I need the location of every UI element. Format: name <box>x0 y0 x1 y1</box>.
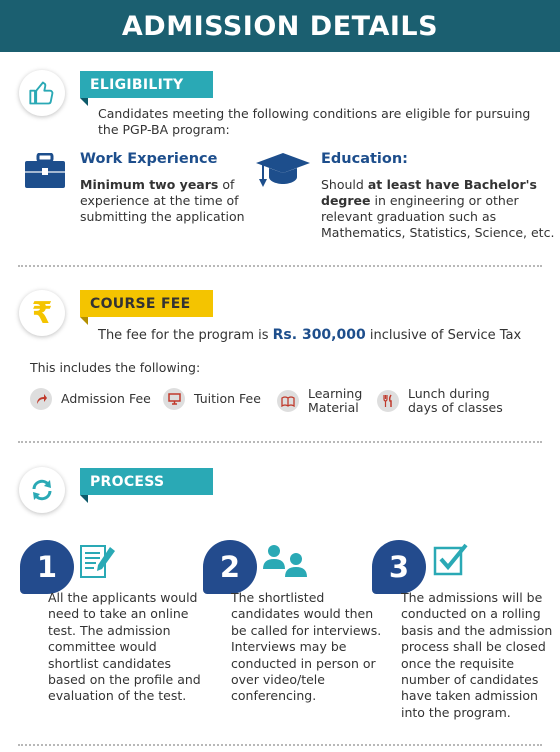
education-text-part: Should <box>321 177 368 192</box>
education-text: Should at least have Bachelor's degree i… <box>321 177 554 241</box>
fee-sentence-text: The fee for the program is <box>98 328 273 343</box>
arrow-icon <box>30 388 52 410</box>
course-fee-title: COURSE FEE <box>90 295 191 312</box>
refresh-icon <box>32 479 52 501</box>
fee-item-label: Learning Material <box>308 387 362 415</box>
step-3-badge: 3 <box>372 540 426 594</box>
work-text: of <box>218 177 235 192</box>
monitor-icon <box>163 388 185 410</box>
step-line: The admissions will be <box>401 590 543 605</box>
fee-item-label: Admission Fee <box>61 392 151 406</box>
book-icon <box>277 390 299 412</box>
step-line: based on the profile and <box>48 672 201 688</box>
step-line: All the applicants would <box>48 590 198 605</box>
step-line: into the program. <box>401 704 511 720</box>
education-text-part: Mathematics, Statistics, Science, etc. <box>321 225 555 240</box>
step-number: 2 <box>219 550 241 584</box>
eligibility-banner: ELIGIBILITY <box>80 71 213 106</box>
fee-item-label: Lunch during days of classes <box>408 387 503 415</box>
briefcase-icon <box>24 152 66 193</box>
step-line: once the requisite <box>401 655 515 671</box>
cutlery-icon <box>377 390 399 412</box>
step-line: conferencing. <box>231 688 317 704</box>
step-number: 1 <box>36 550 58 584</box>
step-line: conducted in person or <box>231 655 376 671</box>
step-line: basis and the admission <box>401 622 553 638</box>
users-icon <box>262 543 310 583</box>
work-bold-text: Minimum two years <box>80 177 219 192</box>
process-banner: PROCESS <box>80 468 213 503</box>
process-title: PROCESS <box>90 473 165 490</box>
graduation-cap-icon <box>254 151 312 193</box>
step-line: need to take an online <box>48 606 189 622</box>
step-line: have taken admission <box>401 688 538 704</box>
step-line: committee would <box>48 639 157 655</box>
fee-item-line: Material <box>308 400 359 415</box>
course-fee-icon-circle: ₹ <box>19 290 65 336</box>
eligibility-intro-line: Candidates meeting the following conditi… <box>98 106 531 121</box>
section-divider <box>18 744 542 746</box>
step-number: 3 <box>388 550 410 584</box>
work-text: experience at the time of <box>80 193 239 208</box>
fee-item-admission: Admission Fee <box>30 388 151 410</box>
work-experience-heading: Work Experience <box>80 151 218 167</box>
page-header: ADMISSION DETAILS <box>0 0 560 52</box>
eligibility-title: ELIGIBILITY <box>90 76 184 93</box>
step-line: candidates would then <box>231 606 374 622</box>
fee-item-line: Admission Fee <box>61 391 151 406</box>
step-line: test. The admission <box>48 622 171 638</box>
step-1-text: All the applicants would need to take an… <box>48 590 201 705</box>
eligibility-intro-line: the PGP-BA program: <box>98 122 230 137</box>
education-heading: Education: <box>321 151 408 167</box>
eligibility-intro: Candidates meeting the following conditi… <box>98 106 530 138</box>
step-line: process shall be closed <box>401 639 546 655</box>
section-divider <box>18 265 542 267</box>
step-line: conducted on a rolling <box>401 606 541 622</box>
step-2-text: The shortlisted candidates would then be… <box>231 590 381 705</box>
work-text: submitting the application <box>80 209 245 224</box>
step-1-badge: 1 <box>20 540 74 594</box>
step-line: number of candidates <box>401 672 539 688</box>
fee-item-lunch: Lunch during days of classes <box>377 387 503 415</box>
process-icon-circle <box>19 467 65 513</box>
fee-item-label: Tuition Fee <box>194 392 261 406</box>
thumbs-up-icon <box>29 81 54 105</box>
fee-item-tuition: Tuition Fee <box>163 388 261 410</box>
education-bold-text: degree <box>321 193 371 208</box>
work-experience-text: Minimum two years of experience at the t… <box>80 177 245 225</box>
course-fee-sentence: The fee for the program is Rs. 300,000 i… <box>98 327 521 344</box>
education-text-part: relevant graduation such as <box>321 209 497 224</box>
fee-item-line: days of classes <box>408 400 503 415</box>
fee-item-line: Lunch during <box>408 386 490 401</box>
section-divider <box>18 441 542 443</box>
step-line: be called for interviews. <box>231 622 382 638</box>
step-line: Interviews may be <box>231 639 347 655</box>
step-line: The shortlisted <box>231 590 325 605</box>
includes-label: This includes the following: <box>30 360 201 375</box>
step-3-text: The admissions will be conducted on a ro… <box>401 590 552 721</box>
rupee-icon: ₹ <box>31 295 53 331</box>
education-text-part: in engineering or other <box>370 193 519 208</box>
fee-item-learning: Learning Material <box>277 387 362 415</box>
step-line: over video/tele <box>231 672 325 688</box>
eligibility-icon-circle <box>19 70 65 116</box>
page-title: ADMISSION DETAILS <box>121 10 439 42</box>
education-bold-text: at least have Bachelor's <box>367 177 537 192</box>
step-line: shortlist candidates <box>48 655 172 671</box>
checkbox-icon <box>433 542 469 580</box>
course-fee-banner: COURSE FEE <box>80 290 213 325</box>
step-line: evaluation of the test. <box>48 688 187 704</box>
fee-item-line: Tuition Fee <box>194 391 261 406</box>
fee-sentence-text: inclusive of Service Tax <box>365 328 522 343</box>
fee-item-line: Learning <box>308 386 363 401</box>
fee-amount: Rs. 300,000 <box>272 327 366 343</box>
document-pen-icon <box>80 543 116 583</box>
step-2-badge: 2 <box>203 540 257 594</box>
